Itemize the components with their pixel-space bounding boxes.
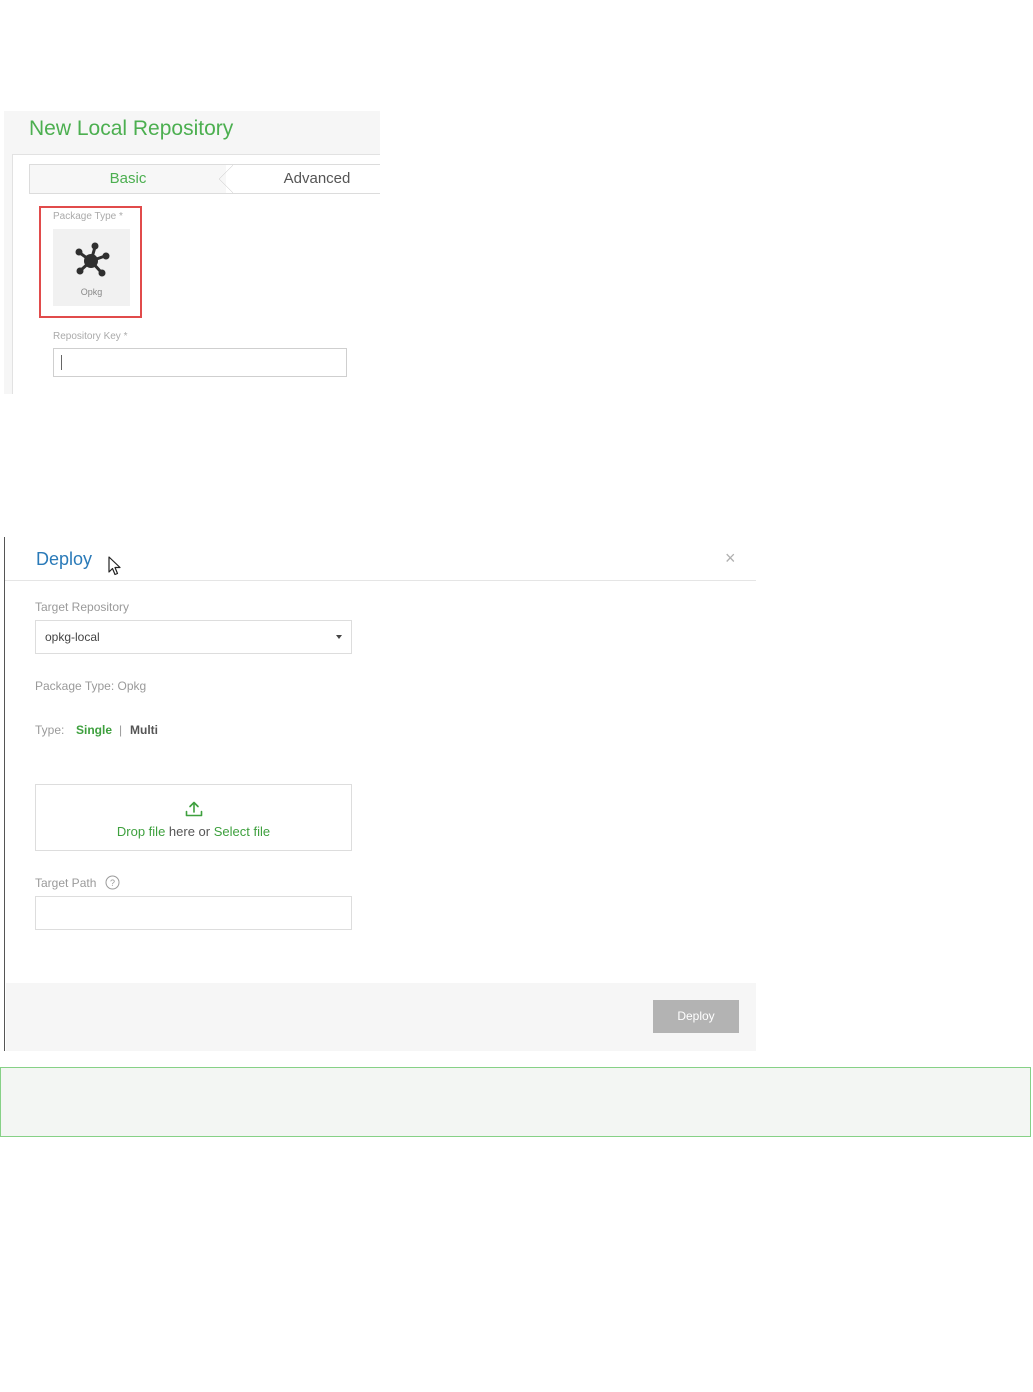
package-type-highlight: Package Type * Opkg <box>39 206 142 318</box>
tab-basic[interactable]: Basic <box>30 165 233 193</box>
type-label: Type: <box>35 723 65 737</box>
package-type-label: Package Type * <box>53 211 123 222</box>
repository-form: Basic Advanced Package Type * Opkg Repos… <box>12 154 380 394</box>
type-single-option[interactable]: Single <box>76 723 112 737</box>
select-caret-icon <box>336 635 342 639</box>
select-file-link[interactable]: Select file <box>214 824 270 839</box>
target-repository-select[interactable]: opkg-local <box>35 620 352 654</box>
wizard-tabs: Basic Advanced <box>29 164 380 194</box>
type-separator: | <box>119 723 123 737</box>
modal-title: Deploy <box>36 549 93 569</box>
target-repository-value: opkg-local <box>45 630 100 644</box>
svg-text:?: ? <box>110 878 115 888</box>
opkg-package-icon <box>75 242 110 277</box>
repository-key-input[interactable] <box>53 348 347 377</box>
deploy-button[interactable]: Deploy <box>653 1000 739 1033</box>
deploy-modal: Deploy × Target Repository opkg-local Pa… <box>4 537 756 1051</box>
drop-zone-text: Drop file here or Select file <box>36 824 351 839</box>
new-local-repository-panel: New Local Repository Basic Advanced Pack… <box>4 111 380 394</box>
drop-file-link[interactable]: Drop file <box>117 824 165 839</box>
target-path-label: Target Path <box>35 876 97 890</box>
target-repository-label: Target Repository <box>35 600 130 614</box>
modal-footer: Deploy <box>6 983 756 1051</box>
repository-key-label: Repository Key * <box>53 331 128 342</box>
tab-advanced[interactable]: Advanced <box>242 165 380 193</box>
info-callout-box <box>0 1067 1031 1137</box>
package-type-name: Opkg <box>80 287 103 297</box>
deploy-type-selector: Type: Single | Multi <box>35 723 158 737</box>
type-multi-option[interactable]: Multi <box>130 723 158 737</box>
file-drop-zone[interactable]: Drop file here or Select file <box>35 784 352 851</box>
mouse-cursor-icon <box>108 556 121 576</box>
target-path-input[interactable] <box>35 896 352 930</box>
package-type-opkg-tile[interactable]: Opkg <box>53 229 130 306</box>
upload-icon <box>185 801 203 817</box>
help-icon[interactable]: ? <box>105 875 120 890</box>
text-caret <box>61 355 62 370</box>
close-icon[interactable]: × <box>725 549 736 567</box>
page-title: New Local Repository <box>29 117 234 140</box>
package-type-text: Package Type: Opkg <box>35 679 147 693</box>
drop-zone-middle-text: here or <box>165 824 214 839</box>
modal-header: Deploy × <box>5 537 756 581</box>
